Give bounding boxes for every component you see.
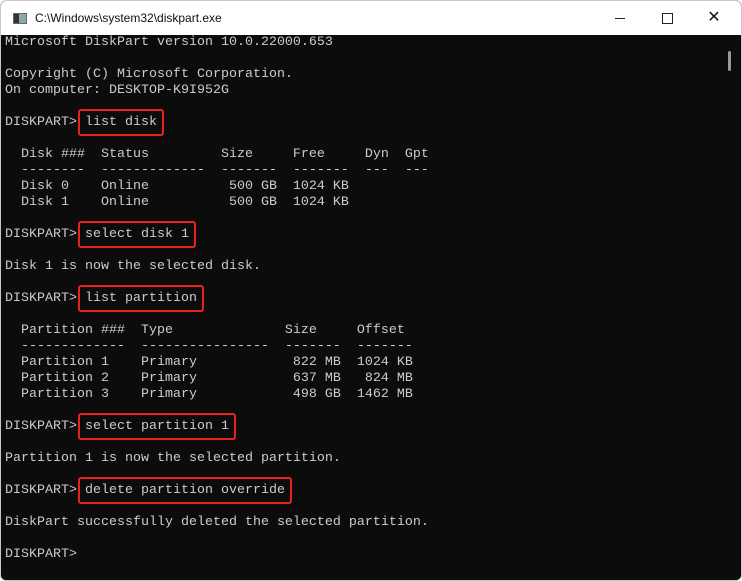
diskpart-prompt: DISKPART> [5, 419, 85, 434]
diskpart-prompt: DISKPART> [5, 115, 85, 130]
scrollbar-thumb[interactable] [728, 51, 731, 71]
highlighted-command: list disk [84, 115, 157, 130]
highlighted-command: delete partition override [84, 483, 285, 498]
output-line: Partition 2 Primary 637 MB 824 MB [5, 371, 413, 386]
output-line: DiskPart successfully deleted the select… [5, 515, 429, 530]
highlighted-command: select partition 1 [84, 419, 229, 434]
output-line: Disk ### Status Size Free Dyn Gpt [5, 147, 429, 162]
maximize-icon [661, 12, 673, 24]
highlighted-command: list partition [84, 291, 197, 306]
vertical-scrollbar[interactable] [721, 35, 741, 580]
highlighted-command: select disk 1 [84, 227, 189, 242]
output-line: Disk 1 is now the selected disk. [5, 259, 261, 274]
output-line: -------- ------------- ------- ------- -… [5, 163, 429, 178]
output-line: Microsoft DiskPart version 10.0.22000.65… [5, 35, 333, 50]
command-line: DISKPART> list disk [1, 115, 721, 131]
output-line: ------------- ---------------- ------- -… [5, 339, 413, 354]
console-app-icon [13, 12, 27, 24]
output-line: Partition 3 Primary 498 GB 1462 MB [5, 387, 413, 402]
output-line: Disk 1 Online 500 GB 1024 KB [5, 195, 349, 210]
command-line: DISKPART> [1, 547, 721, 563]
output-line: Partition 1 Primary 822 MB 1024 KB [5, 355, 413, 370]
diskpart-prompt: DISKPART> [5, 483, 85, 498]
console-output[interactable]: Microsoft DiskPart version 10.0.22000.65… [1, 35, 721, 580]
close-button[interactable]: ✕ [691, 1, 737, 35]
close-icon: ✕ [707, 9, 721, 26]
diskpart-prompt: DISKPART> [5, 227, 85, 242]
output-line: Partition 1 is now the selected partitio… [5, 451, 341, 466]
diskpart-window: C:\Windows\system32\diskpart.exe ✕ Micro… [0, 0, 742, 581]
command-line: DISKPART> list partition [1, 291, 721, 307]
maximize-button[interactable] [644, 1, 690, 35]
title-bar[interactable]: C:\Windows\system32\diskpart.exe ✕ [1, 1, 741, 35]
command-line: DISKPART> select partition 1 [1, 419, 721, 435]
diskpart-prompt: DISKPART> [5, 547, 85, 562]
command-line: DISKPART> select disk 1 [1, 227, 721, 243]
output-line: Copyright (C) Microsoft Corporation. [5, 67, 293, 82]
output-line: Partition ### Type Size Offset [5, 323, 405, 338]
minimize-button[interactable] [597, 1, 643, 35]
output-line: On computer: DESKTOP-K9I952G [5, 83, 229, 98]
output-line: Disk 0 Online 500 GB 1024 KB [5, 179, 349, 194]
diskpart-prompt: DISKPART> [5, 291, 85, 306]
minimize-icon [615, 17, 625, 19]
window-title: C:\Windows\system32\diskpart.exe [35, 11, 222, 25]
command-line: DISKPART> delete partition override [1, 483, 721, 499]
